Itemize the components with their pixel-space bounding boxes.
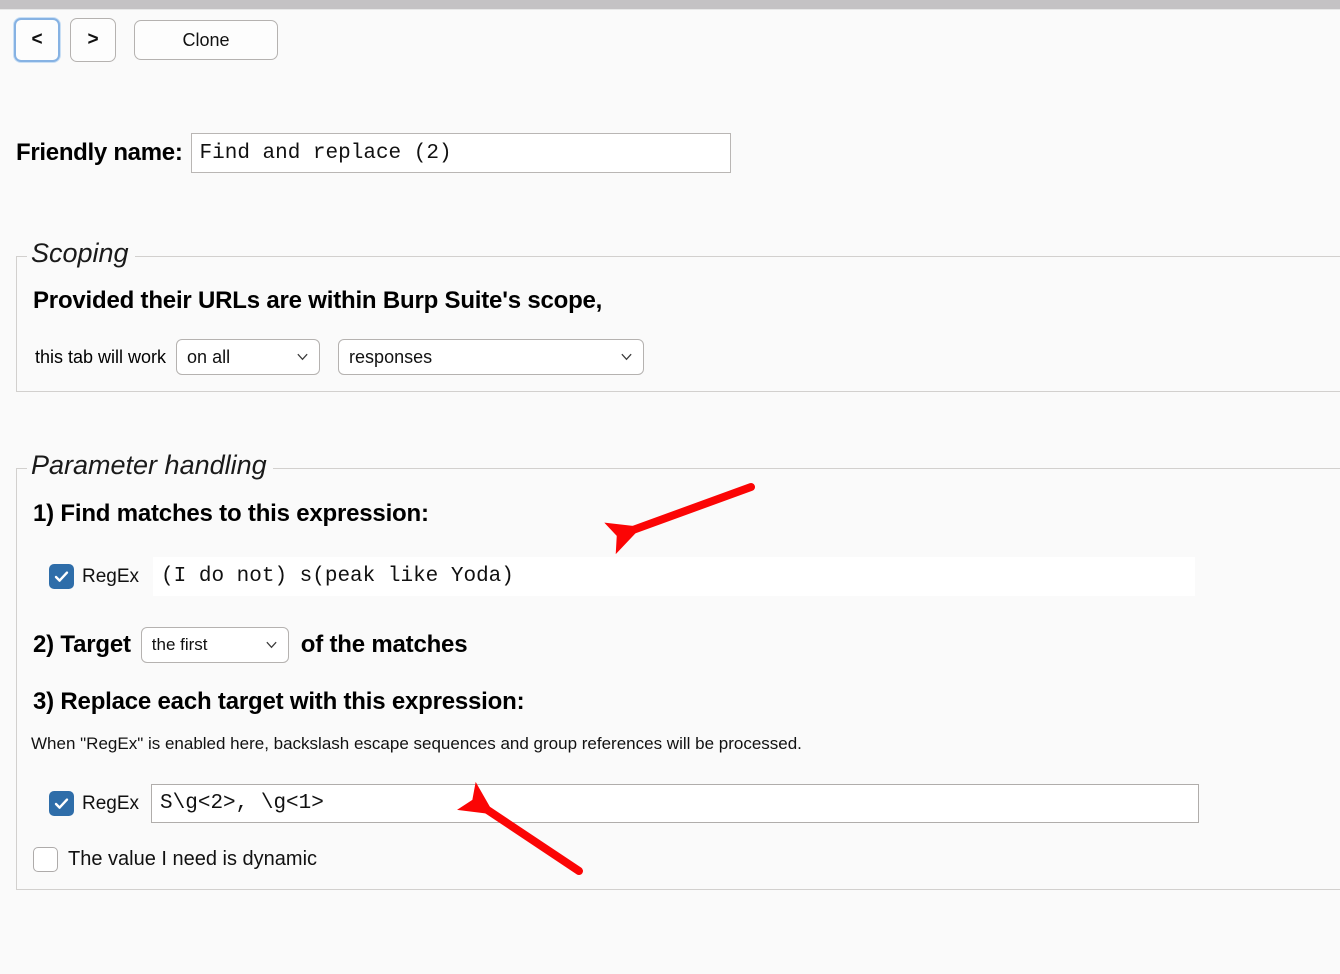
step2-row: 2) Target the first of the matches xyxy=(33,627,468,663)
find-expression-input[interactable] xyxy=(153,557,1196,596)
chevron-down-icon xyxy=(621,353,632,361)
regex-hint-text: When "RegEx" is enabled here, backslash … xyxy=(31,734,802,753)
target-select[interactable]: the first xyxy=(140,627,289,663)
find-regex-label: RegEx xyxy=(82,565,140,587)
replace-regex-row: RegEx xyxy=(49,784,1200,823)
check-icon xyxy=(54,798,69,809)
step2-tail-label: of the matches xyxy=(300,631,468,658)
find-regex-row: RegEx xyxy=(49,557,1196,596)
scoping-row-label: this tab will work xyxy=(35,346,167,367)
replace-regex-checkbox[interactable] xyxy=(49,791,74,816)
top-scrollbar[interactable] xyxy=(0,0,1340,10)
check-icon xyxy=(54,571,69,582)
friendly-name-input[interactable] xyxy=(190,133,731,173)
dynamic-value-label: The value I need is dynamic xyxy=(68,848,318,870)
step2-label: 2) Target xyxy=(33,631,131,658)
previous-button[interactable]: < xyxy=(14,18,60,62)
toolbar: < > Clone xyxy=(14,18,278,62)
friendly-name-label: Friendly name: xyxy=(16,139,183,166)
chevron-down-icon xyxy=(297,353,308,361)
message-type-select[interactable]: responses xyxy=(338,339,645,375)
parameter-handling-legend: Parameter handling xyxy=(27,450,273,481)
scoping-section: Scoping Provided their URLs are within B… xyxy=(16,238,1340,392)
replace-expression-input[interactable] xyxy=(151,784,1200,823)
scope-select-value: on all xyxy=(187,346,231,367)
message-type-select-value: responses xyxy=(349,346,433,367)
step1-title: 1) Find matches to this expression: xyxy=(33,500,429,527)
step3-title: 3) Replace each target with this express… xyxy=(33,688,525,715)
scoping-row: this tab will work on all responses xyxy=(35,339,645,375)
dynamic-value-row: The value I need is dynamic xyxy=(33,847,317,872)
next-button[interactable]: > xyxy=(70,18,116,62)
friendly-name-row: Friendly name: xyxy=(16,133,731,173)
scoping-legend: Scoping xyxy=(27,238,135,269)
replace-regex-label: RegEx xyxy=(82,792,140,814)
find-regex-checkbox[interactable] xyxy=(49,564,74,589)
clone-button[interactable]: Clone xyxy=(134,20,278,60)
parameter-handling-section: Parameter handling 1) Find matches to th… xyxy=(16,450,1340,890)
scoping-heading: Provided their URLs are within Burp Suit… xyxy=(33,287,603,314)
scope-select[interactable]: on all xyxy=(176,339,321,375)
chevron-down-icon xyxy=(266,641,277,649)
target-select-value: the first xyxy=(151,635,208,654)
dynamic-value-checkbox[interactable] xyxy=(33,847,58,872)
